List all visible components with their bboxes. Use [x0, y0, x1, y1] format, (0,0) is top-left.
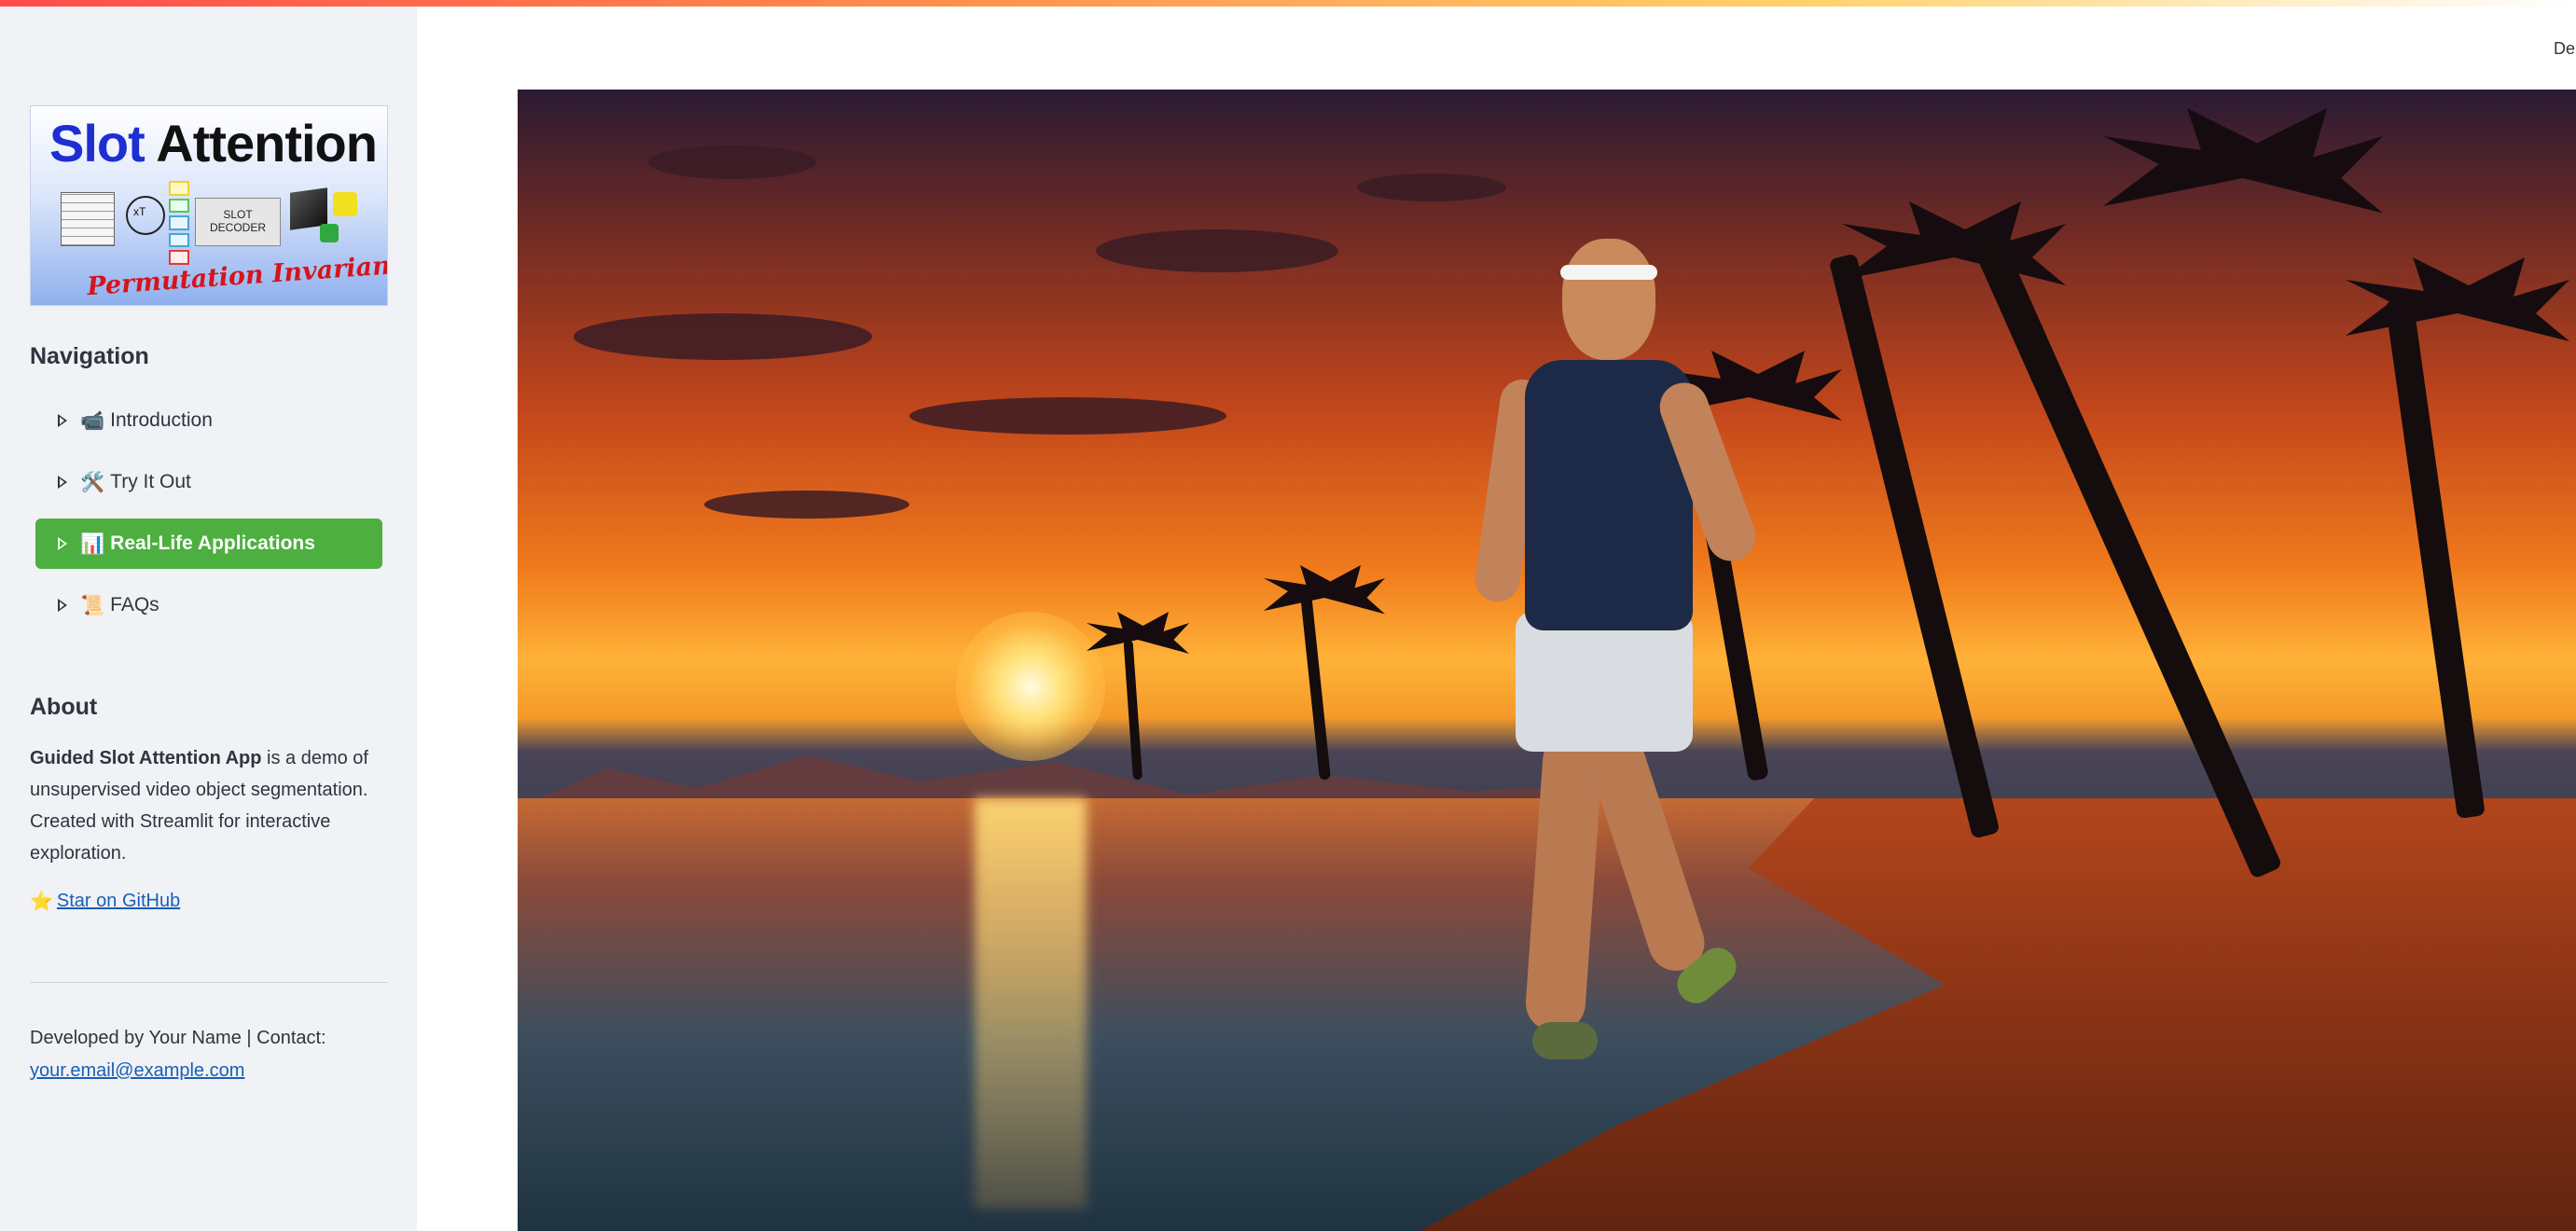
palm-tree-trunk — [1300, 593, 1331, 781]
runner-beach-sunset-image — [518, 90, 2576, 1231]
nav-item-try-it-out[interactable]: 🛠️ Try It Out — [35, 457, 382, 507]
about-heading: About — [30, 694, 98, 720]
nav-item-introduction[interactable]: 📹 Introduction — [35, 395, 382, 446]
deploy-button[interactable]: Deploy — [2554, 39, 2576, 59]
scene-sun-reflection — [975, 798, 1087, 1209]
logo-decoder-line2: DECODER — [209, 221, 266, 234]
top-decoration-bar — [0, 0, 2576, 7]
github-star-line: ⭐ Star on GitHub — [30, 890, 180, 913]
about-description: Guided Slot Attention App is a demo of u… — [30, 742, 394, 869]
video-camera-icon: 📹 — [80, 408, 105, 432]
runner-shoe — [1532, 1022, 1598, 1059]
logo-decoder-line1: SLOT — [223, 208, 253, 221]
scroll-icon: 📜 — [80, 593, 105, 616]
sidebar-footer: Developed by Your Name | Contact: your.e… — [30, 1022, 394, 1087]
tools-icon: 🛠️ — [80, 470, 105, 493]
runner-headband — [1560, 265, 1657, 280]
palm-tree-trunk — [2385, 297, 2486, 820]
contact-email-link[interactable]: your.email@example.com — [30, 1060, 244, 1081]
scene-cloud — [1096, 229, 1338, 272]
nav-item-label: Try It Out — [110, 471, 191, 492]
caret-right-icon — [58, 414, 67, 427]
nav-item-faqs[interactable]: 📜 FAQs — [35, 580, 382, 630]
logo-slot-box — [169, 181, 189, 196]
palm-tree-trunk — [1965, 218, 2283, 879]
logo-green-object — [320, 224, 339, 242]
logo-slot-decoder: SLOT DECODER — [195, 198, 281, 246]
logo-subtitle: Permutation Invariant! — [86, 249, 388, 302]
scene-cloud — [1357, 173, 1506, 201]
runner-figure — [1460, 239, 1777, 1097]
logo-title-attention: Attention — [156, 114, 378, 173]
runner-head — [1562, 239, 1655, 360]
caret-right-icon — [58, 476, 67, 489]
logo-yellow-object — [333, 192, 357, 216]
about-app-name: Guided Slot Attention App — [30, 748, 262, 768]
palm-tree-leaves — [1087, 612, 1189, 654]
nav-item-label: Real-Life Applications — [110, 533, 315, 554]
scene-cloud — [909, 397, 1226, 435]
nav-item-label: FAQs — [110, 594, 159, 616]
palm-tree-leaves — [2103, 108, 2383, 214]
scene-sun — [956, 612, 1105, 761]
logo-transform-symbol: xT — [133, 205, 146, 218]
logo-slot-box — [169, 198, 189, 214]
sidebar-divider — [30, 982, 388, 983]
star-icon: ⭐ — [30, 892, 53, 912]
nav-item-label: Introduction — [110, 409, 213, 431]
footer-text: Developed by Your Name | Contact: — [30, 1028, 326, 1048]
palm-tree-trunk — [1828, 253, 2001, 839]
logo-slots-column — [169, 181, 189, 265]
navigation-heading: Navigation — [30, 343, 149, 369]
slot-attention-logo: Slot Attention xT SLOT DECODER Permutati… — [30, 105, 388, 306]
logo-slot-box — [169, 250, 189, 265]
caret-right-icon — [58, 599, 67, 612]
sidebar: Slot Attention xT SLOT DECODER Permutati… — [0, 0, 417, 1231]
github-link[interactable]: Star on GitHub — [57, 891, 180, 912]
logo-input-grid — [61, 192, 115, 246]
runner-shorts — [1516, 612, 1693, 752]
scene-cloud — [648, 145, 816, 179]
palm-tree-leaves — [1842, 201, 2066, 285]
nav-item-real-life-applications[interactable]: 📊 Real-Life Applications — [35, 519, 382, 569]
logo-title-slot: Slot — [49, 114, 145, 173]
logo-slot-box — [169, 232, 189, 248]
caret-right-icon — [58, 537, 67, 550]
runner-leg — [1580, 721, 1712, 978]
scene-cloud — [574, 313, 872, 360]
bar-chart-icon: 📊 — [80, 532, 105, 555]
palm-tree-trunk — [1123, 640, 1143, 781]
scene-cloud — [704, 491, 909, 519]
logo-slot-box — [169, 215, 189, 230]
logo-title: Slot Attention — [49, 114, 378, 173]
palm-tree-leaves — [1264, 565, 1385, 615]
palm-tree-leaves — [2346, 257, 2569, 341]
navigation-menu: 📹 Introduction 🛠️ Try It Out 📊 Real-Life… — [35, 395, 382, 642]
